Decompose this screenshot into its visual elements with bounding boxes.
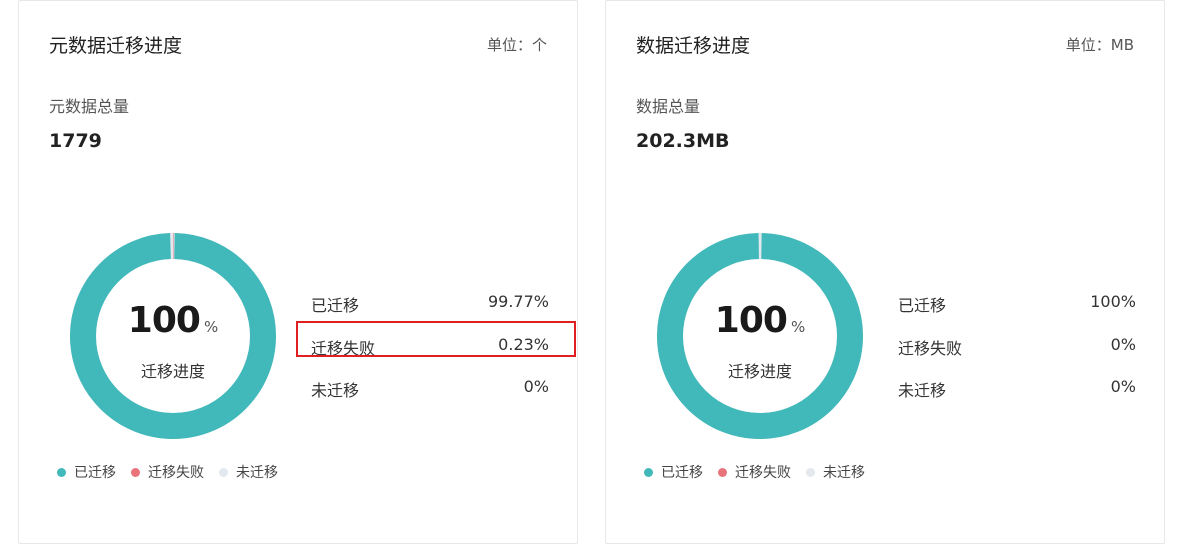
legend: 已迁移 迁移失败 未迁移	[57, 462, 293, 482]
legend-dot-icon	[806, 467, 815, 477]
legend-dot-icon	[57, 467, 66, 477]
card-title: 数据迁移进度	[636, 35, 751, 57]
metadata-migration-card: 元数据迁移进度 单位：个 元数据总量 1779 100% 迁移进度 已迁移 99…	[18, 0, 578, 544]
stat-value: 99.77%	[487, 292, 549, 311]
progress-number: 100	[127, 300, 201, 341]
stat-label: 未迁移	[311, 381, 360, 400]
legend-label: 已迁移	[661, 465, 703, 481]
total-value: 1779	[49, 130, 102, 152]
failed-row-highlight-box	[296, 321, 576, 357]
stat-label: 已迁移	[311, 296, 360, 315]
legend-dot-icon	[644, 467, 653, 477]
stat-value: 0%	[1110, 377, 1136, 396]
stat-value: 0%	[1110, 335, 1136, 354]
legend-item-not-migrated[interactable]: 未迁移	[219, 462, 278, 482]
card-title: 元数据迁移进度	[49, 35, 183, 57]
stat-row-migrated: 已迁移 100%	[898, 292, 1136, 316]
progress-donut: 100% 迁移进度	[654, 230, 866, 442]
legend-item-failed[interactable]: 迁移失败	[131, 462, 204, 482]
progress-label: 迁移进度	[140, 362, 205, 381]
progress-number: 100	[714, 300, 788, 341]
stat-label: 已迁移	[898, 296, 947, 315]
progress-percent-unit: %	[790, 318, 806, 336]
legend-dot-icon	[219, 467, 228, 477]
stat-row-not-migrated: 未迁移 0%	[311, 377, 549, 401]
stat-value: 0%	[523, 377, 549, 396]
total-label: 元数据总量	[49, 97, 130, 116]
legend-dot-icon	[718, 467, 727, 477]
stat-row-not-migrated: 未迁移 0%	[898, 377, 1136, 401]
legend-label: 迁移失败	[735, 465, 791, 481]
stat-label: 未迁移	[898, 381, 947, 400]
legend: 已迁移 迁移失败 未迁移	[644, 462, 880, 482]
stat-label: 迁移失败	[898, 339, 963, 358]
legend-label: 未迁移	[236, 465, 278, 481]
unit-label: 单位：个	[486, 36, 547, 54]
legend-label: 未迁移	[823, 465, 865, 481]
progress-value: 100%	[67, 300, 279, 341]
stat-row-failed: 迁移失败 0%	[898, 335, 1136, 359]
progress-label: 迁移进度	[727, 362, 792, 381]
total-value: 202.3MB	[636, 130, 730, 152]
stat-value: 100%	[1090, 292, 1136, 311]
legend-dot-icon	[131, 467, 140, 477]
progress-percent-unit: %	[203, 318, 219, 336]
legend-item-not-migrated[interactable]: 未迁移	[806, 462, 865, 482]
legend-label: 迁移失败	[148, 465, 204, 481]
unit-label: 单位：MB	[1065, 36, 1134, 54]
stat-row-migrated: 已迁移 99.77%	[311, 292, 549, 316]
progress-donut: 100% 迁移进度	[67, 230, 279, 442]
legend-item-migrated[interactable]: 已迁移	[644, 462, 703, 482]
progress-value: 100%	[654, 300, 866, 341]
legend-item-migrated[interactable]: 已迁移	[57, 462, 116, 482]
data-migration-card: 数据迁移进度 单位：MB 数据总量 202.3MB 100% 迁移进度 已迁移 …	[605, 0, 1165, 544]
total-label: 数据总量	[636, 97, 701, 116]
legend-item-failed[interactable]: 迁移失败	[718, 462, 791, 482]
legend-label: 已迁移	[74, 465, 116, 481]
